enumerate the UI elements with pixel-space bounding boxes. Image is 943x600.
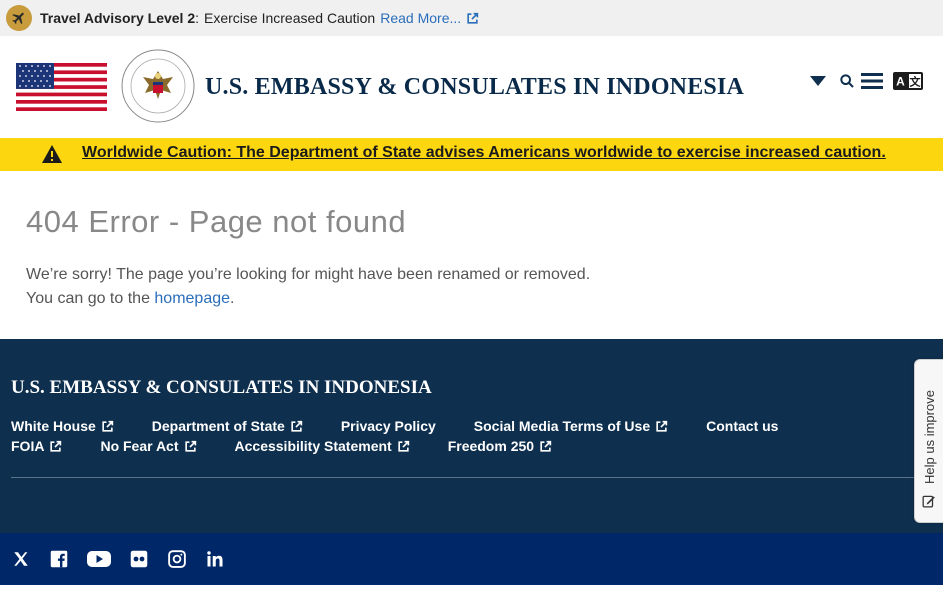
svg-text:文: 文: [910, 75, 922, 89]
help-us-improve-tab[interactable]: Help us improve: [914, 359, 943, 523]
svg-text:A: A: [896, 75, 905, 89]
translate-icon[interactable]: A 文: [893, 72, 923, 90]
warning-icon: [42, 145, 62, 163]
footer-link-social-media-terms[interactable]: Social Media Terms of Use: [474, 418, 668, 434]
us-flag-logo[interactable]: [16, 63, 107, 111]
site-footer: U.S. EMBASSY & CONSULATES IN INDONESIA W…: [0, 339, 943, 533]
footer-title: U.S. EMBASSY & CONSULATES IN INDONESIA: [11, 377, 432, 398]
homepage-link[interactable]: homepage: [154, 290, 230, 307]
embassy-seal-logo[interactable]: [121, 49, 195, 123]
edit-icon: [922, 495, 935, 508]
external-link-icon: [467, 12, 479, 24]
footer-links-row-1: White House Department of State Privacy …: [11, 418, 778, 434]
external-link-icon: [102, 420, 113, 432]
footer-link-no-fear-act[interactable]: No Fear Act: [100, 438, 196, 454]
facebook-icon[interactable]: [49, 549, 69, 569]
page-title: 404 Error - Page not found: [26, 204, 407, 239]
external-link-icon: [291, 420, 302, 432]
linkedin-icon[interactable]: [205, 549, 225, 569]
header-tools: A 文: [809, 72, 923, 90]
flickr-icon[interactable]: [129, 549, 149, 569]
read-more-link[interactable]: Read More...: [380, 10, 479, 26]
advisory-level: Travel Advisory Level 2: [40, 10, 196, 26]
footer-divider: [11, 477, 921, 478]
external-link-icon: [184, 440, 196, 452]
instagram-icon[interactable]: [167, 549, 187, 569]
external-link-icon: [50, 440, 62, 452]
footer-link-white-house[interactable]: White House: [11, 418, 114, 434]
airplane-icon: [6, 5, 32, 31]
bottom-strip: [0, 585, 943, 600]
youtube-icon[interactable]: [87, 549, 111, 569]
main-content: 404 Error - Page not found We’re sorry! …: [0, 171, 943, 339]
travel-advisory-bar: Travel Advisory Level 2: Exercise Increa…: [0, 0, 943, 36]
footer-link-contact-us[interactable]: Contact us: [706, 418, 778, 434]
worldwide-caution-link[interactable]: Worldwide Caution: The Department of Sta…: [82, 144, 886, 162]
dropdown-caret-icon[interactable]: [809, 75, 827, 87]
footer-link-freedom-250[interactable]: Freedom 250: [448, 438, 552, 454]
footer-link-privacy-policy[interactable]: Privacy Policy: [341, 418, 436, 434]
help-us-improve-label: Help us improve: [922, 390, 937, 484]
x-icon[interactable]: [11, 549, 31, 569]
search-icon[interactable]: [839, 73, 855, 89]
worldwide-caution-banner: Worldwide Caution: The Department of Sta…: [0, 138, 943, 171]
footer-link-accessibility-statement[interactable]: Accessibility Statement: [235, 438, 410, 454]
menu-icon[interactable]: [861, 72, 883, 90]
footer-link-foia[interactable]: FOIA: [11, 438, 62, 454]
external-link-icon: [540, 440, 552, 452]
footer-links-row-2: FOIA No Fear Act Accessibility Statement…: [11, 438, 552, 454]
external-link-icon: [656, 420, 668, 432]
site-header: U.S. EMBASSY & CONSULATES IN INDONESIA A…: [0, 36, 943, 138]
site-title[interactable]: U.S. EMBASSY & CONSULATES IN INDONESIA: [205, 74, 744, 101]
external-link-icon: [398, 440, 409, 452]
footer-link-department-of-state[interactable]: Department of State: [152, 418, 303, 434]
advisory-message: Exercise Increased Caution: [204, 10, 376, 26]
social-media-bar: [0, 533, 943, 585]
error-message: We’re sorry! The page you’re looking for…: [26, 266, 591, 283]
homepage-suggestion: You can go to the homepage.: [26, 290, 235, 307]
